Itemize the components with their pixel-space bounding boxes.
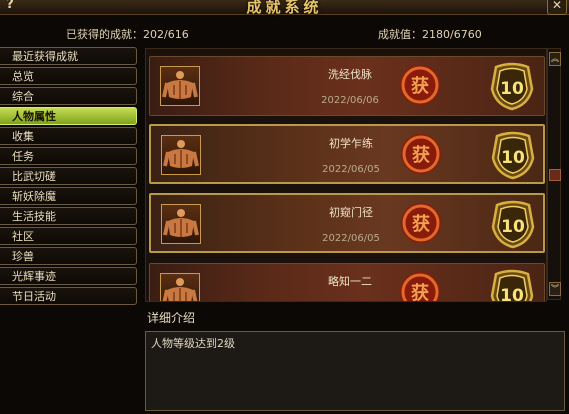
achievement-date: 2022/06/05 bbox=[322, 233, 380, 244]
points-badge-icon: 10 bbox=[490, 62, 534, 111]
detail-heading: 详细介绍 bbox=[147, 311, 196, 325]
sidebar-item[interactable]: 最近获得成就 bbox=[0, 47, 137, 65]
achievement-row[interactable]: 略知一二获 10 bbox=[149, 263, 545, 302]
sidebar-item[interactable]: 社区 bbox=[0, 227, 137, 245]
sidebar-item[interactable]: 任务 bbox=[0, 147, 137, 165]
points-badge-icon: 10 bbox=[491, 200, 535, 249]
seal-char: 获 bbox=[411, 282, 429, 302]
points-label: 成就值： bbox=[378, 28, 422, 41]
window-title: 成就系统 bbox=[246, 0, 323, 16]
obtained-seal-icon: 获 bbox=[400, 65, 440, 105]
points-value: 2180/6760 bbox=[422, 28, 482, 41]
detail-box: 人物等级达到2级 bbox=[145, 331, 565, 411]
earned-achievements: 已获得的成就：202/616 bbox=[66, 26, 189, 42]
achievement-points: 成就值：2180/6760 bbox=[378, 26, 482, 42]
detail-text: 人物等级达到2级 bbox=[151, 337, 235, 350]
category-sidebar: 最近获得成就 总览综合人物属性收集任务比武切磋斩妖除魔生活技能社区珍兽光辉事迹节日… bbox=[0, 47, 139, 307]
achievement-name: 略知一二 bbox=[328, 275, 372, 288]
seal-char: 获 bbox=[411, 75, 429, 97]
muscle-body-icon bbox=[161, 204, 201, 244]
points-value: 10 bbox=[500, 79, 524, 99]
muscle-body-icon bbox=[160, 273, 200, 301]
muscle-body-icon bbox=[161, 135, 201, 175]
sidebar-item[interactable]: 总览 bbox=[0, 67, 137, 85]
points-value: 10 bbox=[501, 148, 525, 168]
sidebar-item[interactable]: 生活技能 bbox=[0, 207, 137, 225]
sidebar-item[interactable]: 收集 bbox=[0, 127, 137, 145]
achievement-date: 2022/06/06 bbox=[321, 95, 379, 106]
achievement-row[interactable]: 初学乍练 2022/06/05 获 10 bbox=[149, 124, 545, 184]
achievement-row[interactable]: 洗经伐脉 2022/06/06 获 10 bbox=[149, 56, 545, 116]
sidebar-item[interactable]: 综合 bbox=[0, 87, 137, 105]
achievement-date: 2022/06/05 bbox=[322, 164, 380, 175]
sidebar-item[interactable]: 光辉事迹 bbox=[0, 267, 137, 285]
obtained-seal-icon: 获 bbox=[401, 134, 441, 174]
earned-label: 已获得的成就： bbox=[66, 28, 143, 41]
points-badge-icon: 10 bbox=[491, 131, 535, 180]
scroll-down-icon[interactable]: ︾ bbox=[549, 282, 561, 296]
points-value: 10 bbox=[501, 217, 525, 237]
seal-char: 获 bbox=[412, 213, 430, 235]
points-value: 10 bbox=[500, 286, 524, 302]
scroll-thumb[interactable] bbox=[549, 169, 561, 181]
sidebar-item[interactable]: 节日活动 bbox=[0, 287, 137, 305]
earned-value: 202/616 bbox=[143, 28, 189, 41]
title-bar: ? 成就系统 ✕ bbox=[0, 0, 569, 16]
sidebar-item[interactable]: 人物属性 bbox=[0, 107, 137, 125]
achievement-list: 洗经伐脉 2022/06/06 获 10 初学乍练 2022/06/05 获 10 初窥门径 20… bbox=[145, 48, 547, 302]
sidebar-item[interactable]: 比武切磋 bbox=[0, 167, 137, 185]
points-badge-icon: 10 bbox=[490, 269, 534, 302]
obtained-seal-icon: 获 bbox=[400, 272, 440, 302]
achievement-name: 初学乍练 bbox=[329, 137, 373, 150]
obtained-seal-icon: 获 bbox=[401, 203, 441, 243]
list-scrollbar[interactable]: ︽ ︾ bbox=[547, 48, 561, 300]
achievement-name: 洗经伐脉 bbox=[328, 68, 372, 81]
muscle-body-icon bbox=[160, 66, 200, 106]
close-button[interactable]: ✕ bbox=[547, 0, 567, 15]
achievement-name: 初窥门径 bbox=[329, 206, 373, 219]
sidebar-item[interactable]: 珍兽 bbox=[0, 247, 137, 265]
scroll-up-icon[interactable]: ︽ bbox=[549, 52, 561, 66]
sidebar-item[interactable]: 斩妖除魔 bbox=[0, 187, 137, 205]
seal-char: 获 bbox=[412, 144, 430, 166]
achievement-row[interactable]: 初窥门径 2022/06/05 获 10 bbox=[149, 193, 545, 253]
